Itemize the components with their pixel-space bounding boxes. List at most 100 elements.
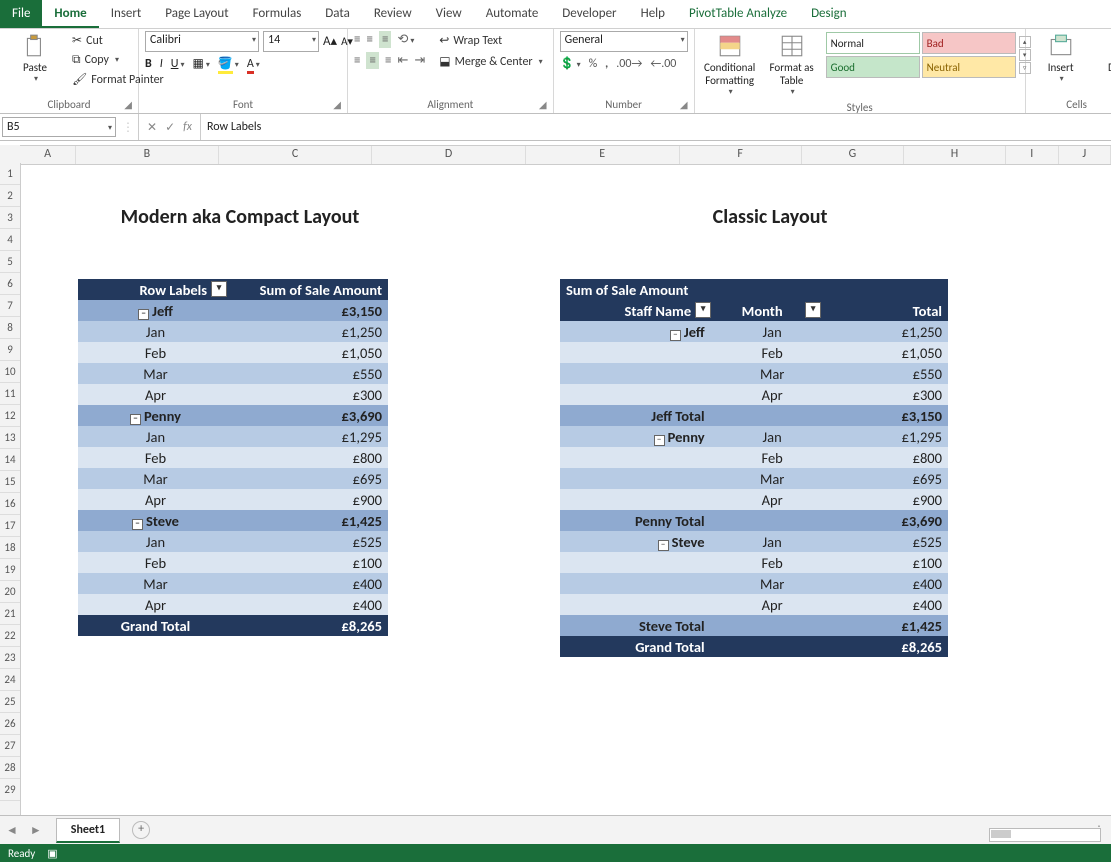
row-header-11[interactable]: 11 [0,383,20,405]
wrap-text-button[interactable]: ↩Wrap Text [435,31,546,50]
tab-pivottable-analyze[interactable]: PivotTable Analyze [677,0,799,28]
indent-increase-icon[interactable]: ⇥ [414,53,425,68]
tab-developer[interactable]: Developer [550,0,628,28]
bold-button[interactable]: B [145,57,152,71]
add-sheet-button[interactable]: + [132,821,150,839]
align-center-icon[interactable]: ≡ [366,52,378,69]
sheet-tab-sheet1[interactable]: Sheet1 [56,818,120,843]
enter-formula-icon[interactable]: ✓ [165,120,175,135]
row-headers[interactable]: 1234567891011121314151617181920212223242… [0,163,21,816]
sheet-nav-prev-icon[interactable]: ◄ [0,823,24,838]
fx-icon[interactable]: fx [183,120,192,134]
row-header-9[interactable]: 9 [0,339,20,361]
row-header-14[interactable]: 14 [0,449,20,471]
horizontal-scrollbar[interactable] [989,828,1101,842]
col-header-C[interactable]: C [219,146,373,164]
collapse-icon[interactable]: − [132,519,143,530]
row-header-4[interactable]: 4 [0,229,20,251]
row-header-7[interactable]: 7 [0,295,20,317]
dialog-launcher-icon[interactable]: ◢ [333,98,341,111]
orientation-icon[interactable]: ⟲▾ [397,32,414,47]
row-header-26[interactable]: 26 [0,713,20,735]
formula-input[interactable]: Row Labels [201,118,1111,136]
tab-page-layout[interactable]: Page Layout [153,0,240,28]
align-top-icon[interactable]: ≡ [354,32,360,47]
decrease-decimal-icon[interactable]: ←.00 [650,57,676,71]
collapse-icon[interactable]: − [138,309,149,320]
row-header-10[interactable]: 10 [0,361,20,383]
row-header-25[interactable]: 25 [0,691,20,713]
filter-dropdown-icon[interactable]: ▾ [805,302,821,318]
align-right-icon[interactable]: ≡ [385,53,391,68]
col-header-A[interactable]: A [20,146,76,164]
collapse-icon[interactable]: − [654,435,665,446]
col-header-E[interactable]: E [526,146,680,164]
column-headers[interactable]: ABCDEFGHIJ [20,145,1111,165]
tab-formulas[interactable]: Formulas [241,0,314,28]
dialog-launcher-icon[interactable]: ◢ [124,98,132,111]
comma-format-icon[interactable]: , [605,57,608,71]
macro-record-icon[interactable]: ▣ [47,847,57,860]
cell-style-good[interactable]: Good [826,56,920,78]
select-all-corner[interactable] [0,145,21,164]
row-header-29[interactable]: 29 [0,779,20,801]
format-as-table-button[interactable]: Format as Table▾ [763,31,821,99]
underline-button[interactable]: U▾ [171,57,185,71]
tab-view[interactable]: View [424,0,474,28]
number-format-select[interactable]: General▾ [560,31,688,52]
italic-button[interactable]: I [160,57,163,71]
merge-center-button[interactable]: ⬓Merge & Center▾ [435,52,546,71]
insert-cells-button[interactable]: Insert▾ [1032,31,1090,86]
percent-format-icon[interactable]: % [589,57,598,71]
col-header-I[interactable]: I [1006,146,1058,164]
cells[interactable]: Modern aka Compact Layout Classic Layout… [20,163,1111,816]
collapse-icon[interactable]: − [130,414,141,425]
tab-automate[interactable]: Automate [474,0,551,28]
indent-decrease-icon[interactable]: ⇤ [397,53,408,68]
row-header-1[interactable]: 1 [0,163,20,185]
row-header-13[interactable]: 13 [0,427,20,449]
name-box[interactable]: B5▾ [2,117,116,137]
font-name-select[interactable]: Calibri▾ [145,31,259,52]
align-middle-icon[interactable]: ≡ [366,32,372,47]
row-header-18[interactable]: 18 [0,537,20,559]
increase-decimal-icon[interactable]: .00→ [616,57,642,71]
dialog-launcher-icon[interactable]: ◢ [539,98,547,111]
row-header-6[interactable]: 6 [0,273,20,295]
row-header-28[interactable]: 28 [0,757,20,779]
conditional-formatting-button[interactable]: Conditional Formatting▾ [701,31,759,99]
row-header-16[interactable]: 16 [0,493,20,515]
row-header-23[interactable]: 23 [0,647,20,669]
accounting-format-icon[interactable]: 💲▾ [560,56,581,71]
align-left-icon[interactable]: ≡ [354,53,360,68]
col-header-G[interactable]: G [802,146,904,164]
collapse-icon[interactable]: − [658,540,669,551]
row-header-3[interactable]: 3 [0,207,20,229]
row-header-22[interactable]: 22 [0,625,20,647]
row-header-17[interactable]: 17 [0,515,20,537]
col-header-H[interactable]: H [904,146,1006,164]
cancel-formula-icon[interactable]: ✕ [147,120,157,135]
dialog-launcher-icon[interactable]: ◢ [680,98,688,111]
row-header-15[interactable]: 15 [0,471,20,493]
tab-review[interactable]: Review [362,0,424,28]
col-header-D[interactable]: D [372,146,526,164]
row-header-8[interactable]: 8 [0,317,20,339]
pivot-classic[interactable]: Sum of Sale AmountStaff Name▾Month▾Total… [560,279,948,657]
row-header-12[interactable]: 12 [0,405,20,427]
tab-data[interactable]: Data [313,0,362,28]
row-header-2[interactable]: 2 [0,185,20,207]
font-color-button[interactable]: A▾ [247,57,260,71]
col-header-F[interactable]: F [680,146,802,164]
increase-font-icon[interactable]: A▴ [323,34,337,49]
filter-dropdown-icon[interactable]: ▾ [211,281,227,297]
fill-color-button[interactable]: 🪣▾ [218,56,239,71]
delete-cells-button[interactable]: Delete▾ [1094,31,1111,86]
filter-dropdown-icon[interactable]: ▾ [695,302,711,318]
tab-insert[interactable]: Insert [99,0,154,28]
row-header-21[interactable]: 21 [0,603,20,625]
collapse-icon[interactable]: − [670,330,681,341]
col-header-J[interactable]: J [1059,146,1111,164]
tab-help[interactable]: Help [629,0,677,28]
row-header-20[interactable]: 20 [0,581,20,603]
